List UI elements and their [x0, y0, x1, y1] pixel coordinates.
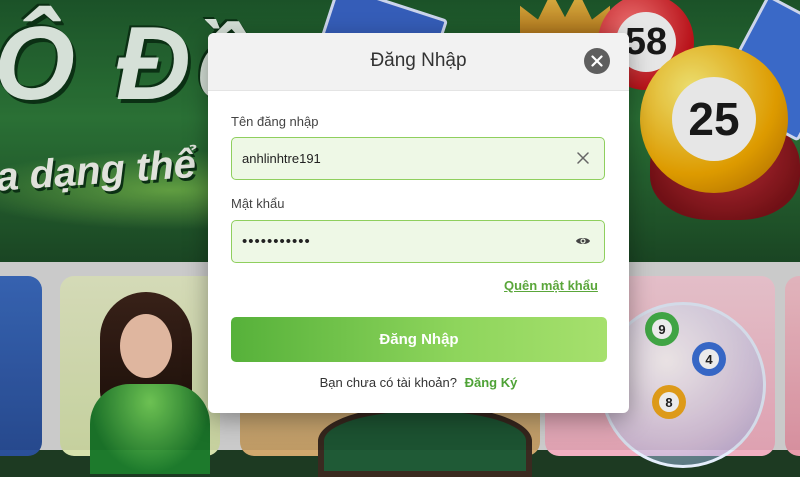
username-input[interactable]	[242, 138, 562, 179]
username-label: Tên đăng nhập	[231, 114, 319, 129]
password-label: Mật khẩu	[231, 196, 285, 211]
clear-icon[interactable]	[574, 149, 592, 167]
username-field-container	[231, 137, 605, 180]
eye-icon[interactable]	[574, 232, 592, 250]
forgot-password-link[interactable]: Quên mật khẩu	[504, 278, 598, 293]
dialog-header: Đăng Nhập	[208, 33, 629, 91]
login-submit-button[interactable]: Đăng Nhập	[231, 317, 607, 362]
close-icon	[591, 55, 603, 67]
login-dialog: Đăng Nhập Tên đăng nhập Mật khẩu Quên mậ…	[208, 33, 629, 413]
close-button[interactable]	[584, 48, 610, 74]
register-link[interactable]: Đăng Ký	[465, 375, 518, 390]
no-account-text: Bạn chưa có tài khoản?	[319, 375, 457, 390]
signup-prompt: Bạn chưa có tài khoản? Đăng Ký	[208, 375, 629, 390]
password-field-container	[231, 220, 605, 263]
dialog-title: Đăng Nhập	[370, 50, 467, 71]
password-input[interactable]	[242, 221, 562, 262]
